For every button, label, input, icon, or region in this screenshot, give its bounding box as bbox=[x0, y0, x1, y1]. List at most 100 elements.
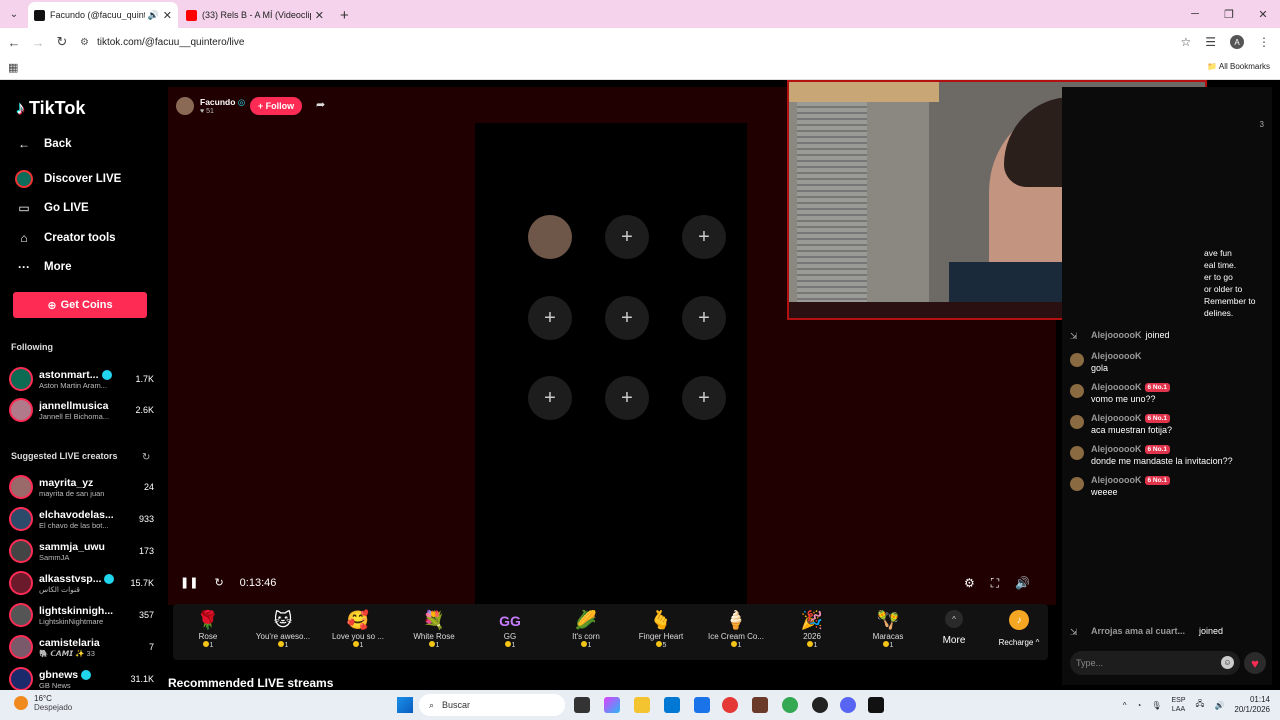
volume-icon[interactable]: 🔊 bbox=[1015, 576, 1030, 591]
profile-avatar[interactable]: A bbox=[1230, 35, 1244, 49]
store-icon[interactable] bbox=[664, 697, 680, 713]
emoji-icon[interactable]: ☺ bbox=[1221, 656, 1234, 669]
chrome-profile-icon[interactable] bbox=[782, 697, 798, 713]
gift-item[interactable]: 🌽 It's corn 1 bbox=[551, 610, 621, 649]
gift-item[interactable]: 🌹 Rose 1 bbox=[173, 610, 243, 649]
wifi-icon[interactable]: ◔ bbox=[1137, 701, 1142, 710]
new-tab-button[interactable]: + bbox=[332, 2, 357, 28]
pause-icon[interactable]: ❚❚ bbox=[180, 576, 198, 589]
minimize-icon[interactable]: ─ bbox=[1178, 0, 1212, 28]
gift-item[interactable]: 🫰 Finger Heart 5 bbox=[626, 610, 696, 649]
all-bookmarks-button[interactable]: 📁 All Bookmarks bbox=[1207, 62, 1270, 71]
sidebar-item-go-live[interactable]: ▭ Go LIVE bbox=[14, 198, 88, 218]
gift-item[interactable]: 🥰 Love you so ... 1 bbox=[323, 610, 393, 649]
refresh-icon[interactable]: ↻ bbox=[142, 452, 150, 463]
tab-tiktok[interactable]: Facundo (@facuu_quintero) is LIVE 🔊 ✕ bbox=[28, 2, 178, 28]
start-icon[interactable] bbox=[397, 697, 413, 713]
network-icon[interactable]: 🖧 bbox=[1196, 698, 1205, 712]
tab-youtube[interactable]: (33) Rels B - A MÍ (Videoclip Oficial) ✕ bbox=[180, 2, 330, 28]
following-item[interactable]: astonmart... Aston Martin Aram... 1.7K bbox=[9, 365, 154, 393]
task-view-icon[interactable] bbox=[574, 697, 590, 713]
tiktok-logo[interactable]: ♪ TikTok bbox=[16, 98, 85, 119]
gift-item[interactable]: GG GG 1 bbox=[475, 610, 545, 649]
suggested-item[interactable]: gbnews GB News 31.1K bbox=[9, 665, 154, 690]
gift-item[interactable]: 💐 White Rose 1 bbox=[399, 610, 469, 649]
follow-button[interactable]: + Follow bbox=[250, 97, 302, 115]
add-guest-icon[interactable]: + bbox=[605, 376, 649, 420]
suggested-item[interactable]: lightskinnigh... LightskinNightmare 357 bbox=[9, 601, 154, 629]
suggested-item[interactable]: camistelaria 🐘 𝘾𝘼𝙈𝙄 ✨ 33 7 bbox=[9, 633, 154, 661]
add-guest-icon[interactable]: + bbox=[682, 376, 726, 420]
speaker-icon[interactable]: 🔊 bbox=[148, 10, 159, 21]
forward-icon[interactable]: → bbox=[26, 35, 50, 50]
guest-avatar[interactable] bbox=[528, 215, 572, 259]
reload-icon[interactable]: ↻ bbox=[50, 34, 74, 50]
suggested-item[interactable]: elchavodelas... El chavo de las bot... 93… bbox=[9, 505, 154, 533]
replay-icon[interactable]: ↻ bbox=[214, 576, 223, 589]
volume-icon[interactable]: 🔊 bbox=[1214, 701, 1224, 710]
add-guest-icon[interactable]: + bbox=[528, 376, 572, 420]
clock[interactable]: 01:14 20/1/2026 bbox=[1234, 695, 1270, 715]
gift-item[interactable]: 🪇 Maracas 1 bbox=[853, 610, 923, 649]
recharge-button[interactable]: ♪ Recharge ^ bbox=[993, 610, 1045, 647]
avatar[interactable] bbox=[1070, 353, 1084, 367]
sidebar-item-discover-live[interactable]: Discover LIVE bbox=[14, 169, 121, 189]
add-guest-icon[interactable]: + bbox=[605, 296, 649, 340]
language-indicator[interactable]: ESP LAA bbox=[1172, 696, 1186, 714]
close-tab-icon[interactable]: ✕ bbox=[163, 9, 172, 22]
host-avatar[interactable] bbox=[176, 97, 194, 115]
chat-input[interactable]: Type... ☺ bbox=[1070, 651, 1240, 675]
avatar[interactable] bbox=[1070, 477, 1084, 491]
sidebar-item-back[interactable]: ← Back bbox=[14, 134, 72, 154]
weather-widget[interactable]: 16°C Despejado bbox=[14, 694, 72, 712]
avatar[interactable] bbox=[1070, 384, 1084, 398]
gift-item[interactable]: 🐱 You're aweso... 1 bbox=[248, 610, 318, 649]
file-explorer-icon[interactable] bbox=[634, 697, 650, 713]
following-item[interactable]: jannellmusica Jannell El Bichoma... 2.6K bbox=[9, 396, 154, 424]
avatar[interactable] bbox=[1070, 415, 1084, 429]
add-guest-icon[interactable]: + bbox=[682, 215, 726, 259]
add-guest-icon[interactable]: + bbox=[682, 296, 726, 340]
chat-username[interactable]: AlejoooooK bbox=[1091, 413, 1142, 423]
chat-username[interactable]: Arrojas ama al cuart... bbox=[1091, 626, 1185, 636]
chat-username[interactable]: AlejoooooK bbox=[1091, 330, 1142, 340]
fullscreen-icon[interactable]: ⛶ bbox=[991, 576, 999, 591]
chat-username[interactable]: AlejoooooK bbox=[1091, 382, 1142, 392]
back-icon[interactable]: ← bbox=[2, 35, 26, 50]
site-info-icon[interactable]: ⚙ bbox=[80, 37, 89, 48]
url-field[interactable]: ⚙ tiktok.com/@facuu__quintero/live bbox=[80, 31, 1200, 53]
tab-search-icon[interactable]: ⌄ bbox=[0, 0, 28, 28]
suggested-item[interactable]: mayrita_yz mayrita de san juan 24 bbox=[9, 473, 154, 501]
sidebar-item-creator-tools[interactable]: ⌂ Creator tools bbox=[14, 228, 115, 248]
close-window-icon[interactable]: ✕ bbox=[1246, 0, 1280, 28]
avatar[interactable] bbox=[1070, 446, 1084, 460]
tray-chevron-icon[interactable]: ^ bbox=[1123, 701, 1127, 710]
suggested-item[interactable]: alkasstvsp... قنوات الكاس 15.7K bbox=[9, 569, 154, 597]
mic-icon[interactable]: 🎙 bbox=[1151, 701, 1161, 710]
gift-item[interactable]: 🍦 Ice Cream Co... 1 bbox=[701, 610, 771, 649]
close-tab-icon[interactable]: ✕ bbox=[315, 9, 324, 22]
settings-icon[interactable]: ⚙ bbox=[964, 576, 975, 591]
bookmark-star-icon[interactable]: ☆ bbox=[1180, 35, 1191, 49]
sidebar-item-more[interactable]: ··· More bbox=[14, 257, 71, 277]
chrome-icon[interactable] bbox=[722, 697, 738, 713]
browser-menu-icon[interactable]: ⋮ bbox=[1258, 35, 1270, 49]
epic-games-icon[interactable] bbox=[868, 697, 884, 713]
reading-list-icon[interactable]: ☰ bbox=[1205, 35, 1216, 49]
add-guest-icon[interactable]: + bbox=[605, 215, 649, 259]
copilot-icon[interactable] bbox=[604, 697, 620, 713]
apps-grid-icon[interactable]: ▦ bbox=[8, 61, 18, 74]
get-coins-button[interactable]: ⊕ Get Coins bbox=[13, 292, 147, 318]
discord-icon[interactable] bbox=[840, 697, 856, 713]
gift-item[interactable]: 🎉 2026 1 bbox=[777, 610, 847, 649]
taskbar-search[interactable]: ⌕ Buscar bbox=[419, 694, 565, 716]
add-guest-icon[interactable]: + bbox=[528, 296, 572, 340]
suggested-item[interactable]: sammja_uwu SammJA 173 bbox=[9, 537, 154, 565]
restore-icon[interactable]: ❐ bbox=[1212, 0, 1246, 28]
chat-username[interactable]: AlejoooooK bbox=[1091, 475, 1142, 485]
app-icon[interactable] bbox=[812, 697, 828, 713]
share-icon[interactable]: ➦ bbox=[316, 98, 325, 111]
chat-username[interactable]: AlejoooooK bbox=[1091, 351, 1142, 361]
game-icon[interactable] bbox=[752, 697, 768, 713]
like-heart-button[interactable]: ♥ bbox=[1244, 652, 1266, 674]
